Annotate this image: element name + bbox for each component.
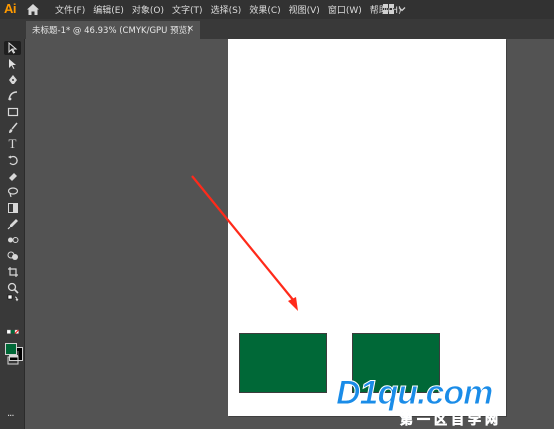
- menu-file[interactable]: 文件(F): [55, 3, 85, 16]
- rectangle-tool-icon[interactable]: [4, 105, 21, 119]
- more-tools-icon[interactable]: ···: [7, 411, 14, 422]
- workspace-grid-icon: [383, 4, 394, 14]
- watermark-sub-text: 第一区自学网: [400, 413, 503, 429]
- rotate-tool-icon[interactable]: [4, 153, 21, 167]
- selection-tool-icon[interactable]: [4, 41, 21, 55]
- eraser-tool-icon[interactable]: [4, 169, 21, 183]
- lasso-tool-icon[interactable]: [4, 185, 21, 199]
- document-tab-label: 未标题-1* @ 46.93% (CMYK/GPU 预览): [32, 26, 191, 36]
- workspace-switcher[interactable]: [383, 4, 406, 14]
- fill-color-swatch[interactable]: [5, 343, 17, 355]
- watermark: D1qu.com 第一区自学网: [335, 373, 554, 429]
- document-tab-bar: » 未标题-1* @ 46.93% (CMYK/GPU 预览) ×: [0, 19, 554, 49]
- home-icon[interactable]: [26, 3, 40, 16]
- document-tab[interactable]: 未标题-1* @ 46.93% (CMYK/GPU 预览) ×: [26, 21, 200, 39]
- shape-builder-tool-icon[interactable]: [4, 249, 21, 263]
- eyedropper-tool-icon[interactable]: [4, 217, 21, 231]
- type-tool-icon[interactable]: T: [4, 137, 21, 151]
- color-mode-icons[interactable]: [4, 325, 21, 339]
- tools-panel: T ···: [0, 39, 25, 429]
- chevron-down-icon: [398, 7, 406, 12]
- curvature-tool-icon[interactable]: [4, 89, 21, 103]
- green-rectangle-left[interactable]: [239, 333, 327, 393]
- artboard[interactable]: [228, 39, 506, 416]
- menu-window[interactable]: 窗口(W): [328, 3, 362, 16]
- screen-mode-icon[interactable]: [4, 353, 21, 367]
- menu-bar: Ai 文件(F) 编辑(E) 对象(O) 文字(T) 选择(S) 效果(C) 视…: [0, 0, 554, 19]
- watermark-main-text: D1qu.com: [335, 374, 493, 413]
- close-tab-icon[interactable]: ×: [186, 24, 194, 34]
- app-logo: Ai: [4, 1, 17, 16]
- menu-object[interactable]: 对象(O): [132, 3, 164, 16]
- swap-colors-icon[interactable]: [4, 293, 21, 307]
- gradient-tool-icon[interactable]: [4, 201, 21, 215]
- menu-select[interactable]: 选择(S): [211, 3, 242, 16]
- canvas-area[interactable]: [26, 39, 554, 429]
- blend-tool-icon[interactable]: [4, 233, 21, 247]
- menu-edit[interactable]: 编辑(E): [93, 3, 124, 16]
- paintbrush-tool-icon[interactable]: [4, 121, 21, 135]
- main-menu: 文件(F) 编辑(E) 对象(O) 文字(T) 选择(S) 效果(C) 视图(V…: [55, 0, 410, 19]
- artboard-tool-icon[interactable]: [4, 265, 21, 279]
- menu-view[interactable]: 视图(V): [289, 3, 320, 16]
- menu-effect[interactable]: 效果(C): [249, 3, 280, 16]
- direct-selection-tool-icon[interactable]: [4, 57, 21, 71]
- menu-type[interactable]: 文字(T): [172, 3, 203, 16]
- pen-tool-icon[interactable]: [4, 73, 21, 87]
